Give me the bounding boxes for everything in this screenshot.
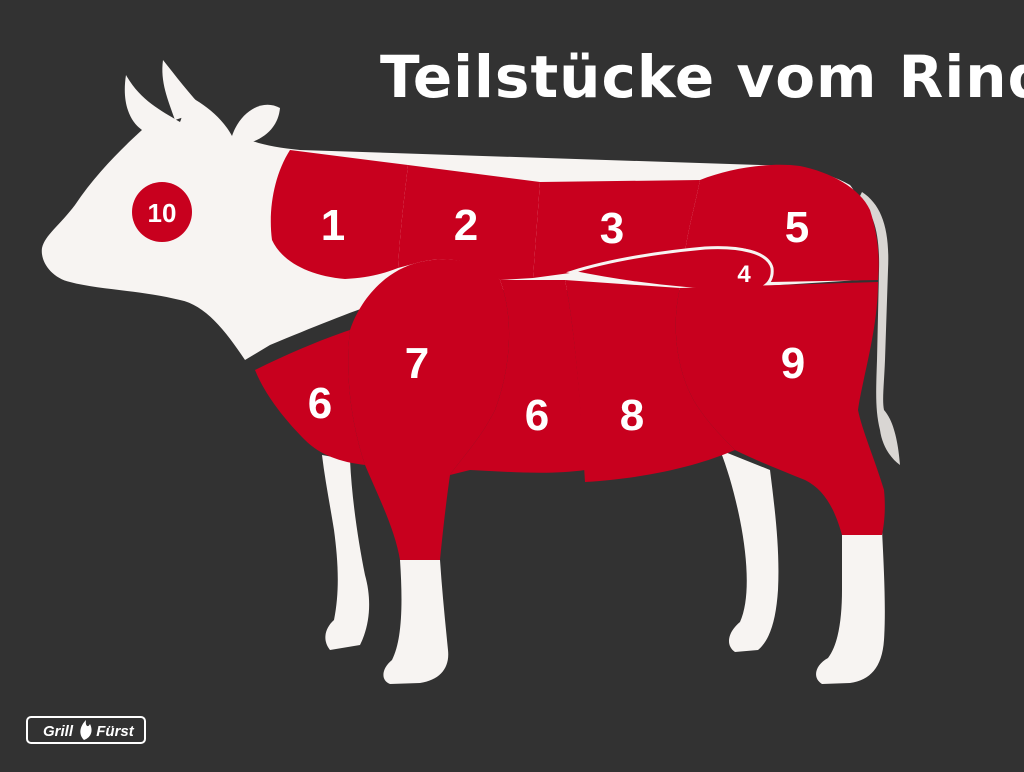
cow-front-leg-right [383,560,449,684]
logo-text-grill: Grill [43,723,74,740]
brand-logo: Grill Fürst [26,716,146,744]
cut-label-5: 5 [785,203,809,252]
cut-label-6-flank: 6 [525,391,549,440]
cut-label-3: 3 [600,204,624,253]
cow-hind-leg-right [816,530,885,684]
cut-label-7: 7 [405,339,429,388]
cut-label-9: 9 [781,339,805,388]
cut-label-4: 4 [737,261,751,288]
beef-cuts-diagram: Teilstücke vom Rind 1 2 3 4 5 6 7 6 8 9 … [0,0,1024,768]
cut-label-1: 1 [321,201,345,250]
diagram-title: Teilstücke vom Rind [380,43,1024,111]
cut-region-9 [675,282,885,535]
cut-label-6-brisket: 6 [308,379,332,428]
logo-text-fuerst: Fürst [96,723,135,740]
cut-label-10: 10 [148,198,177,228]
cow-front-leg-left [322,455,370,650]
cut-label-2: 2 [454,201,478,250]
cut-region-7 [348,259,510,560]
cow-diagram-svg: Teilstücke vom Rind 1 2 3 4 5 6 7 6 8 9 … [26,43,1024,744]
cow-hind-leg-left [720,450,779,652]
cut-label-8: 8 [620,391,644,440]
cow-horn-left [162,60,205,120]
cow-ear [232,104,280,145]
